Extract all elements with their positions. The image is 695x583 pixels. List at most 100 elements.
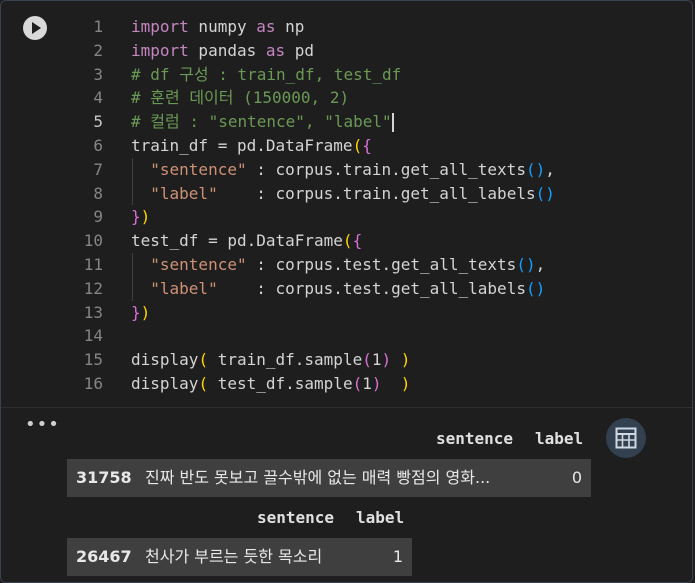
line-number: 5 [93,112,103,132]
line-number: 11 [83,254,103,274]
table1-row-label: 0 [571,468,582,487]
code-token: as [265,40,286,60]
code-line[interactable]: 8 "label" : corpus.train.get_all_labels(… [1,182,692,206]
code-text: }) [131,301,150,325]
code-token: () [535,183,555,203]
code-text: "sentence" : corpus.test.get_all_texts()… [131,253,545,277]
code-token: as [256,17,276,36]
code-line[interactable]: 9}) [1,205,692,229]
code-token: 1 [362,373,372,393]
code-line[interactable]: 7 "sentence" : corpus.train.get_all_text… [1,158,692,182]
line-number: 1 [93,17,103,36]
code-token: ( [352,135,363,155]
code-token: ( [352,373,363,393]
line-number: 2 [93,40,103,60]
code-token: test_df = pd.DataFrame [131,231,343,251]
indent-guide [132,253,133,301]
code-editor[interactable]: 1 import numpy as np 2 import pandas as pd 3… [1,15,692,396]
cell-output: ••• sentence label 31758 진짜 반도 못보고 끌수밖에 … [1,408,692,582]
line-number: 7 [93,159,103,179]
code-token: "label" [150,183,218,203]
code-line[interactable]: 13}) [1,301,692,325]
code-token: ) [400,373,411,393]
code-token: "sentence" [150,254,247,274]
code-line[interactable]: 2 import pandas as pd [1,39,692,63]
code-token: np [275,17,305,36]
code-token: } [131,302,141,322]
code-line[interactable]: 4 # 훈련 데이터 (150000, 2) [1,86,692,110]
code-token: "sentence" [150,159,247,179]
line-number: 12 [83,278,103,298]
code-text: "label" : corpus.test.get_all_labels() [131,277,545,301]
table2-row: 26467 천사가 부르는 듯한 목소리 1 [67,538,412,576]
code-text: import pandas as pd [131,39,314,63]
code-token: train_df = pd.DataFrame [131,135,353,155]
code-token: , [545,159,555,179]
code-line[interactable]: 15 display( train_df.sample(1) ) [1,348,692,372]
code-line[interactable]: 14 [1,324,692,348]
line-number: 13 [83,302,103,322]
table1-row: 31758 진짜 반도 못보고 끌수밖에 없는 매력 빵점의 영화... 0 [67,459,591,497]
code-token: pd [285,40,315,60]
code-token: { [362,135,372,155]
code-line[interactable]: 12 "label" : corpus.test.get_all_labels(… [1,277,692,301]
code-token: # df 구성 : train_df, test_df [131,64,402,84]
code-text: "sentence" : corpus.train.get_all_texts(… [131,158,555,182]
table2-col-sentence: sentence [257,508,335,527]
code-token: : corpus.train.get_all_labels [217,183,536,203]
line-number: 6 [93,135,103,155]
table2-header: sentence label [1,507,413,529]
code-token: # 훈련 데이터 (150000, 2) [131,88,350,108]
code-text: import numpy as np [131,15,304,39]
code-line[interactable]: 10 test_df = pd.DataFrame({ [1,229,692,253]
table1-header: sentence label [1,428,591,450]
line-number: 9 [93,207,103,227]
table1-col-label: label [535,429,584,448]
code-token: ( [198,373,209,393]
code-text: display( train_df.sample(1) ) [131,348,410,372]
table2-col-label: label [356,508,405,527]
code-text: }) [131,205,150,229]
code-text: # 컬럼 : "sentence", "label" [131,110,394,134]
code-token: train_df.sample [208,350,363,370]
line-number: 15 [83,350,103,370]
code-line[interactable]: 6 train_df = pd.DataFrame({ [1,134,692,158]
code-token: numpy [188,17,257,36]
code-line[interactable]: 11 "sentence" : corpus.test.get_all_text… [1,253,692,277]
code-token: : corpus.test.get_all_labels [217,278,526,298]
code-token: ) [140,207,151,227]
code-token: "label" [150,278,218,298]
code-token: () [525,159,546,179]
table1-row-index: 31758 [76,468,132,487]
code-token: import [131,17,189,36]
code-text: # 훈련 데이터 (150000, 2) [131,86,349,110]
code-line[interactable]: 16 display( test_df.sample(1) ) [1,372,692,396]
code-token: : corpus.test.get_all_texts [246,254,517,274]
code-cell: 1 import numpy as np 2 import pandas as pd 3… [0,0,693,583]
code-line[interactable]: 5 # 컬럼 : "sentence", "label" [1,110,692,134]
table2-row-label: 1 [392,547,403,566]
code-token: display [131,373,199,393]
code-line[interactable]: 1 import numpy as np [1,15,692,39]
code-token: ) [140,302,151,322]
code-token: { [352,231,363,251]
line-number: 8 [93,183,103,203]
table-icon[interactable] [606,418,646,458]
code-text: "label" : corpus.train.get_all_labels() [131,182,555,206]
line-number: 16 [83,373,103,393]
line-number: 3 [93,64,103,84]
code-token: () [516,254,536,274]
text-cursor [391,113,394,133]
code-token: () [525,278,546,298]
code-token: test_df.sample [208,373,353,393]
code-line[interactable]: 3 # df 구성 : train_df, test_df [1,63,692,87]
line-number: 14 [83,326,103,346]
code-token: pandas [188,40,266,60]
code-token: , [535,254,546,274]
